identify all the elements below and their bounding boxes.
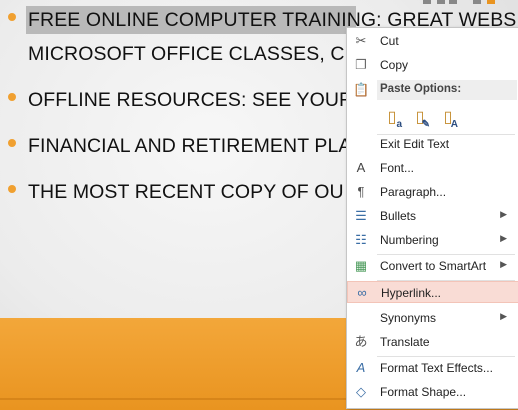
- menu-item-hyperlink[interactable]: ∞ Hyperlink...: [347, 281, 518, 303]
- menu-item-translate[interactable]: あ Translate: [347, 331, 518, 353]
- paste-keep-source-icon[interactable]: ▯ a: [379, 105, 405, 131]
- menu-item-cut[interactable]: ✂ Cut: [347, 30, 518, 52]
- menu-item-bullets[interactable]: ☰ Bullets ▶: [347, 205, 518, 227]
- menu-item-copy[interactable]: ❐ Copy: [347, 54, 518, 76]
- menu-item-format-shape[interactable]: ◇ Format Shape...: [347, 381, 518, 403]
- menu-item-numbering[interactable]: ☷ Numbering ▶: [347, 229, 518, 251]
- hyperlink-icon: ∞: [357, 285, 367, 300]
- bullet-marker: [8, 185, 16, 193]
- paste-merge-format-icon[interactable]: ▯ ✎: [407, 105, 433, 131]
- context-menu: ✂ Cut ❐ Copy 📋 Paste Options: ▯ a ▯ ✎ ▯ A E…: [346, 27, 518, 409]
- copy-icon: ❐: [355, 57, 367, 72]
- submenu-arrow-icon: ▶: [500, 233, 507, 243]
- format-shape-icon: ◇: [356, 384, 366, 399]
- menu-item-exit-edit-text[interactable]: Exit Edit Text: [347, 133, 518, 155]
- submenu-arrow-icon: ▶: [500, 209, 507, 219]
- menu-item-synonyms[interactable]: Synonyms ▶: [347, 307, 518, 329]
- paste-options-header: 📋 Paste Options:: [353, 80, 517, 100]
- numbering-icon: ☷: [355, 232, 367, 247]
- bullet-marker: [8, 93, 16, 101]
- bullets-icon: ☰: [355, 208, 367, 223]
- paste-text-only-icon[interactable]: ▯ A: [435, 105, 461, 131]
- paragraph-icon: ¶: [357, 184, 365, 199]
- slide-bullet-3[interactable]: FINANCIAL AND RETIREMENT PLA: [28, 135, 352, 158]
- mini-toolbar-edge: [345, 0, 518, 8]
- scissors-icon: ✂: [355, 33, 367, 48]
- submenu-arrow-icon: ▶: [500, 311, 507, 321]
- menu-item-font[interactable]: A Font...: [347, 157, 518, 179]
- translate-icon: あ: [354, 334, 368, 349]
- submenu-arrow-icon: ▶: [500, 259, 507, 269]
- slide-bullet-2[interactable]: OFFLINE RESOURCES: SEE YOUR: [28, 89, 353, 112]
- bullet-marker: [8, 139, 16, 147]
- font-icon: A: [356, 160, 366, 175]
- menu-item-paragraph[interactable]: ¶ Paragraph...: [347, 181, 518, 203]
- text-effects-icon: A: [356, 360, 366, 375]
- slide-bullet-4[interactable]: THE MOST RECENT COPY OF OU: [28, 181, 344, 204]
- clipboard-icon: 📋: [353, 82, 370, 97]
- menu-item-format-text-effects[interactable]: A Format Text Effects...: [347, 357, 518, 379]
- smartart-icon: ▦: [354, 258, 368, 273]
- slide-bullet-1-line-2[interactable]: MICROSOFT OFFICE CLASSES, C: [28, 43, 345, 66]
- bullet-marker: [8, 13, 16, 21]
- menu-item-convert-smartart[interactable]: ▦ Convert to SmartArt ▶: [347, 255, 518, 277]
